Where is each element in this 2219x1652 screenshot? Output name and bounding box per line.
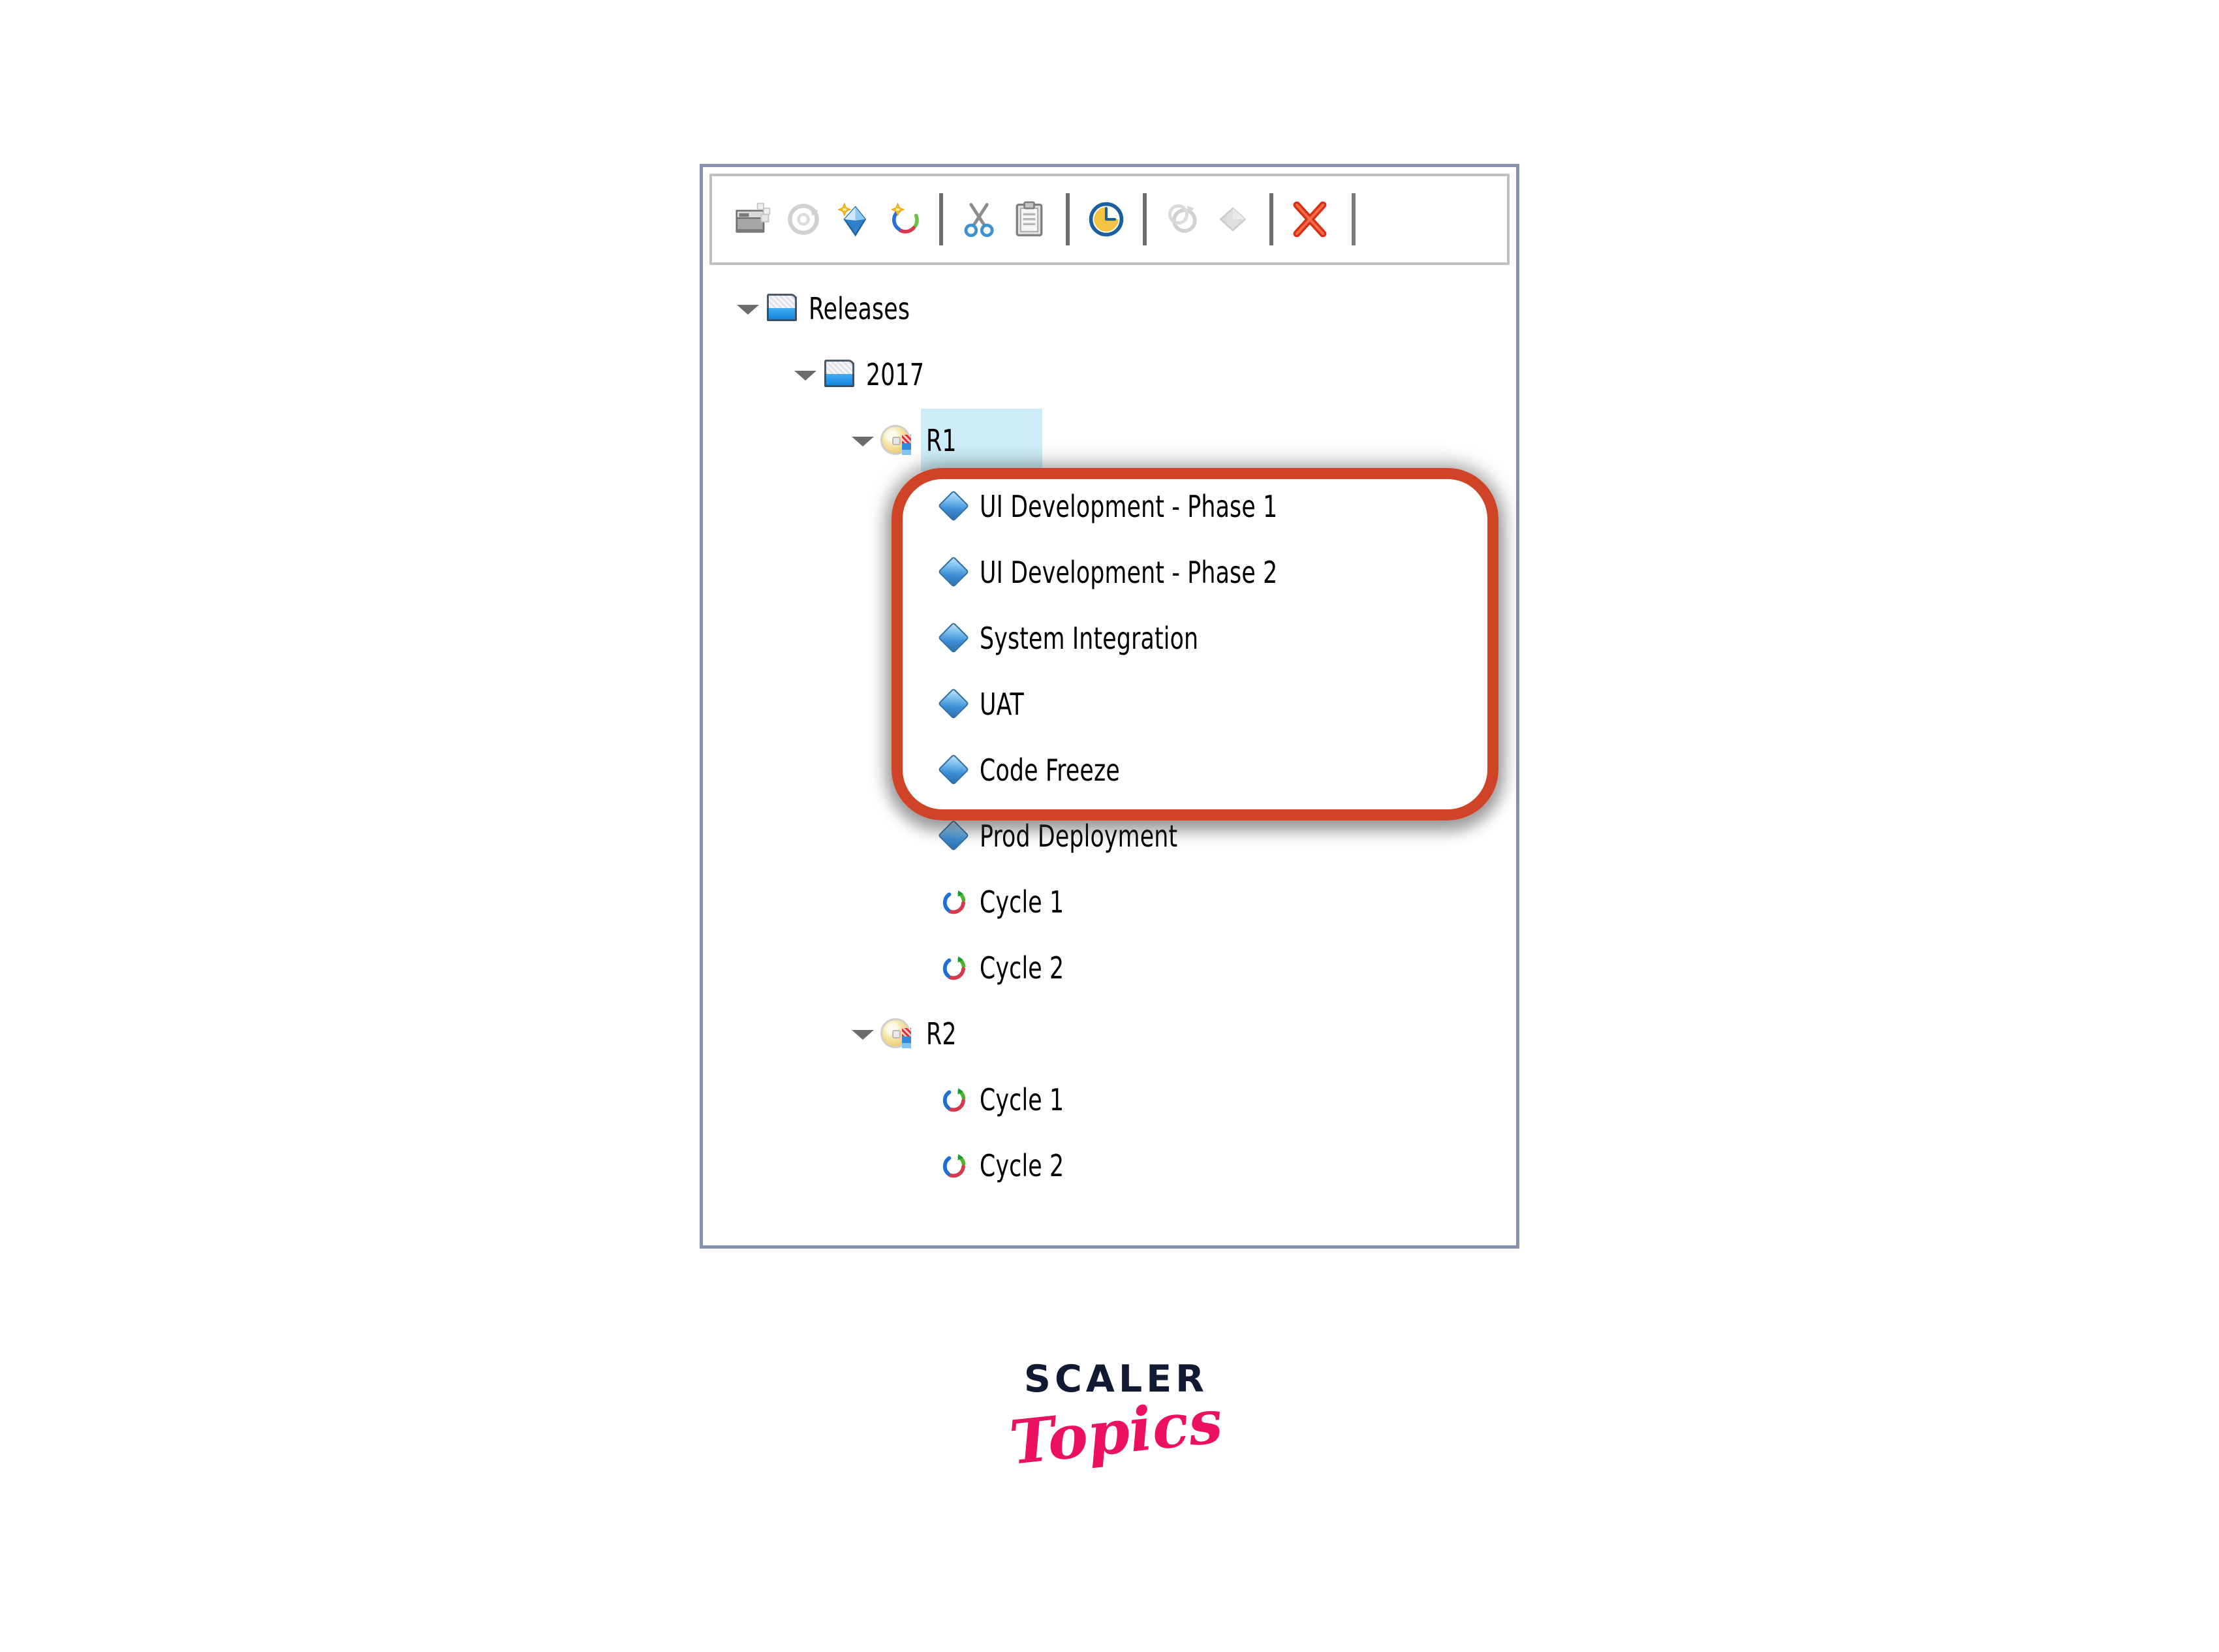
tree-node[interactable]: R1 [848,420,962,461]
tree-node-label: R1 [926,423,957,458]
cycle-icon [937,1082,970,1117]
chevron-down-icon[interactable] [733,294,762,323]
cycle-icon [937,884,970,920]
releases-tree-panel: Releases 2017 R1 UI Development - Phase 1 UI… [700,164,1519,1249]
tree-node-label: Cycle 1 [980,1082,1064,1117]
tree-node-label: Cycle 1 [980,884,1064,920]
new-release-button[interactable] [828,191,878,247]
tree-node-label: Cycle 2 [980,1148,1064,1183]
tree-node[interactable]: Prod Deployment [905,816,1215,856]
cycle-button-disabled[interactable] [1158,191,1208,247]
tree-node-label: Prod Deployment [980,818,1178,854]
tree-node[interactable]: System Integration [905,618,1240,659]
tree-node-label: Code Freeze [980,753,1120,788]
new-folder-button[interactable] [729,191,779,247]
tree-node-label: R2 [926,1016,957,1052]
release-icon [879,423,917,458]
cut-button[interactable] [955,191,1004,247]
tree-node-label: 2017 [866,357,925,392]
diamond-icon [937,687,970,722]
chevron-down-icon[interactable] [848,1020,877,1048]
tree-node-label: System Integration [980,621,1199,656]
diamond-icon [937,489,970,524]
tree-node[interactable]: UI Development - Phase 1 [905,486,1334,527]
folder-icon [822,357,857,392]
cycle-icon [937,1148,970,1183]
logo-secondary-text: Topics [1006,1386,1226,1478]
toolbar-separator [1143,193,1147,245]
tree-node[interactable]: UI Development - Phase 2 [905,552,1334,593]
toolbar-separator [1269,193,1273,245]
toolbar-separator [1066,193,1070,245]
folder-icon [764,291,799,326]
tree-node[interactable]: R2 [848,1014,962,1054]
tree-node-label: Cycle 2 [980,950,1064,986]
tree-toolbar [709,174,1510,265]
history-button[interactable] [1081,191,1131,247]
tree-node[interactable]: Cycle 1 [905,1080,1080,1120]
releases-tree: Releases 2017 R1 UI Development - Phase 1 UI… [703,272,1516,1238]
tree-node-label: UAT [980,687,1024,722]
delete-button[interactable] [1285,191,1335,247]
new-cycle-button[interactable] [878,191,927,247]
chevron-down-icon[interactable] [848,426,877,455]
tree-node[interactable]: Cycle 1 [905,882,1080,922]
tree-node[interactable]: Releases [733,288,929,329]
paste-button[interactable] [1004,191,1054,247]
diamond-icon [937,753,970,788]
milestone-button-disabled[interactable] [1208,191,1258,247]
release-icon [879,1016,917,1052]
cycle-icon [937,950,970,986]
tree-node-label: UI Development - Phase 1 [980,489,1278,524]
diamond-icon [937,555,970,590]
diamond-icon [937,818,970,854]
tree-node[interactable]: Code Freeze [905,750,1147,790]
refresh-button[interactable] [779,191,828,247]
tree-node-label: UI Development - Phase 2 [980,555,1278,590]
toolbar-separator [939,193,943,245]
scaler-topics-logo: SCALER Topics [992,1361,1240,1478]
tree-node[interactable]: Cycle 2 [905,948,1080,988]
chevron-down-icon[interactable] [790,360,819,389]
tree-node[interactable]: 2017 [790,354,935,395]
diamond-icon [937,621,970,656]
toolbar-separator [1352,193,1356,245]
tree-node[interactable]: Cycle 2 [905,1145,1080,1186]
tree-node-label: Releases [809,291,910,326]
tree-node[interactable]: UAT [905,684,1032,725]
